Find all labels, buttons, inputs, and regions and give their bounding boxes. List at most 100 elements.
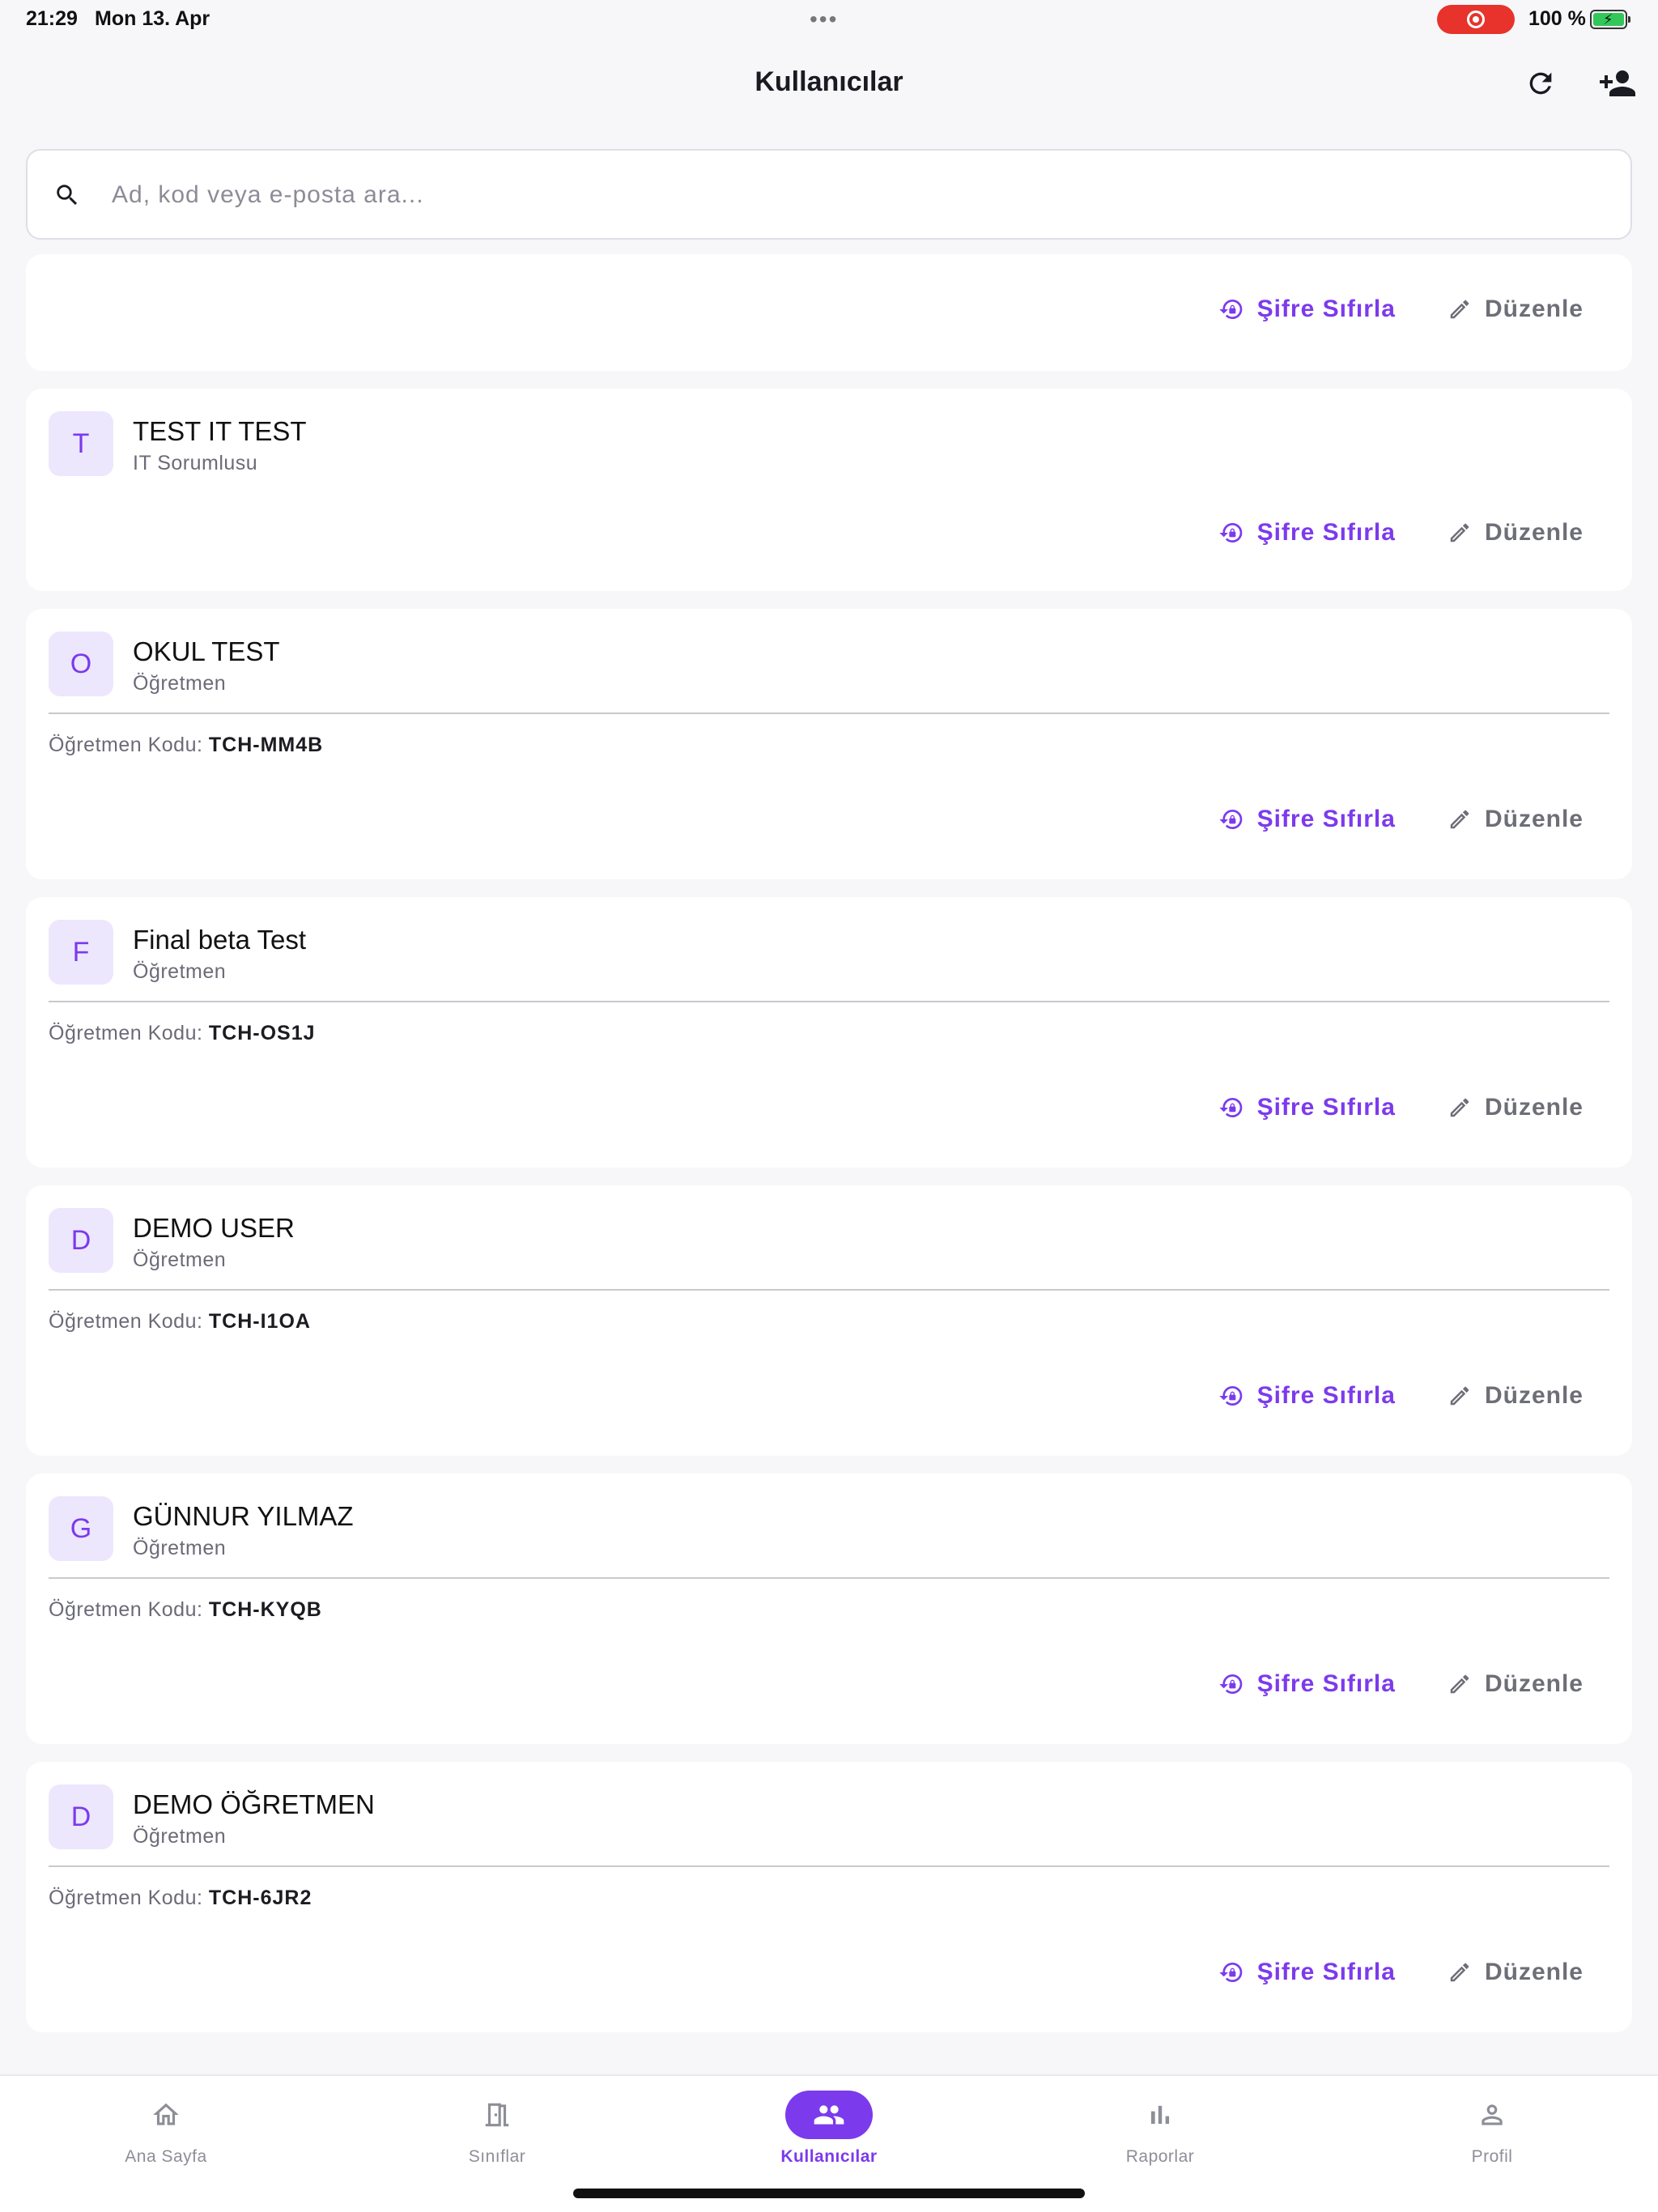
pencil-icon <box>1450 300 1469 319</box>
user-name: DEMO USER <box>133 1213 295 1243</box>
edit-label: Düzenle <box>1484 1382 1584 1409</box>
user-card: O OKUL TEST Öğretmen Öğretmen Kodu: TCH-… <box>26 609 1632 879</box>
nav-item-users[interactable]: Kullanıcılar <box>732 2091 926 2188</box>
avatar: F <box>49 920 113 985</box>
divider <box>49 1577 1609 1579</box>
edit-label: Düzenle <box>1484 296 1584 322</box>
user-name: TEST IT TEST <box>133 416 307 446</box>
edit-button[interactable]: Düzenle <box>1448 1959 1584 1986</box>
nav-label-reports: Raporlar <box>1125 2147 1195 2166</box>
teacher-code-value: TCH-KYQB <box>208 1598 322 1621</box>
user-card: G GÜNNUR YILMAZ Öğretmen Öğretmen Kodu: … <box>26 1474 1632 1744</box>
edit-button[interactable]: Düzenle <box>1448 1382 1584 1410</box>
lock-reset-icon <box>1218 1098 1242 1117</box>
person-icon <box>1482 2104 1503 2125</box>
edit-button[interactable]: Düzenle <box>1448 1094 1584 1121</box>
bar-chart-icon <box>1150 2105 1170 2125</box>
avatar: G <box>49 1496 113 1561</box>
nav-label-users: Kullanıcılar <box>780 2147 878 2166</box>
teacher-code-value: TCH-MM4B <box>208 734 324 756</box>
card-actions: Şifre Sıfırla Düzenle <box>1218 1953 1584 1992</box>
reset-password-button[interactable]: Şifre Sıfırla <box>1218 519 1396 547</box>
user-card: F Final beta Test Öğretmen Öğretmen Kodu… <box>26 897 1632 1168</box>
lock-reset-icon <box>1218 523 1242 542</box>
battery-icon: ⚡ <box>1590 10 1630 29</box>
teacher-code-row: Öğretmen Kodu: TCH-I1OA <box>49 1310 311 1334</box>
record-icon <box>1467 11 1485 28</box>
lock-reset-icon <box>1218 1963 1242 1982</box>
pencil-icon <box>1450 1963 1469 1982</box>
reset-password-label: Şifre Sıfırla <box>1256 519 1396 546</box>
edit-label: Düzenle <box>1484 1094 1584 1121</box>
lock-reset-icon <box>1218 1674 1242 1694</box>
reset-password-button[interactable]: Şifre Sıfırla <box>1218 1670 1396 1698</box>
reset-password-button[interactable]: Şifre Sıfırla <box>1218 1094 1396 1121</box>
nav-item-home[interactable]: Ana Sayfa <box>69 2091 263 2188</box>
user-card: D DEMO USER Öğretmen Öğretmen Kodu: TCH-… <box>26 1185 1632 1456</box>
nav-label-home: Ana Sayfa <box>125 2147 207 2166</box>
avatar: T <box>49 411 113 476</box>
pencil-icon <box>1450 523 1469 542</box>
card-actions: Şifre Sıfırla Düzenle <box>1218 800 1584 839</box>
reset-password-label: Şifre Sıfırla <box>1256 806 1396 832</box>
teacher-code-value: TCH-6JR2 <box>208 1887 312 1909</box>
nav-item-profile[interactable]: Profil <box>1395 2091 1589 2188</box>
edit-label: Düzenle <box>1484 1959 1584 1985</box>
add-user-button[interactable] <box>1593 59 1642 108</box>
teacher-code-label: Öğretmen Kodu: <box>49 1598 203 1621</box>
charging-bolt-icon: ⚡ <box>1603 11 1613 28</box>
avatar: D <box>49 1784 113 1849</box>
divider <box>49 1289 1609 1291</box>
card-actions: Şifre Sıfırla Düzenle <box>1218 1088 1584 1127</box>
home-indicator[interactable] <box>573 2189 1085 2198</box>
lock-reset-icon <box>1218 810 1242 829</box>
pencil-icon <box>1450 810 1469 829</box>
edit-label: Düzenle <box>1484 1670 1584 1697</box>
teacher-code-value: TCH-I1OA <box>208 1310 311 1333</box>
pencil-icon <box>1450 1674 1469 1694</box>
pencil-icon <box>1450 1386 1469 1406</box>
divider <box>49 1001 1609 1002</box>
page-title: Kullanıcılar <box>755 66 903 97</box>
nav-label-classes: Sınıflar <box>468 2147 526 2166</box>
user-name: DEMO ÖĞRETMEN <box>133 1789 375 1819</box>
reset-password-button[interactable]: Şifre Sıfırla <box>1218 1382 1396 1410</box>
pencil-icon <box>1450 1098 1469 1117</box>
user-card: D DEMO ÖĞRETMEN Öğretmen Öğretmen Kodu: … <box>26 1762 1632 2032</box>
user-role: Öğretmen <box>133 1249 227 1271</box>
edit-button[interactable]: Düzenle <box>1448 296 1584 323</box>
user-role: IT Sorumlusu <box>133 452 258 474</box>
nav-item-reports[interactable]: Raporlar <box>1063 2091 1257 2188</box>
user-name: Final beta Test <box>133 925 307 955</box>
refresh-icon <box>1529 72 1552 95</box>
search-box <box>26 149 1632 240</box>
multitasking-dots-icon[interactable]: ••• <box>810 6 838 32</box>
teacher-code-label: Öğretmen Kodu: <box>49 1310 203 1333</box>
card-actions: Şifre Sıfırla Düzenle <box>1218 290 1584 329</box>
teacher-code-row: Öğretmen Kodu: TCH-6JR2 <box>49 1887 312 1910</box>
user-role: Öğretmen <box>133 1537 227 1559</box>
reset-password-button[interactable]: Şifre Sıfırla <box>1218 806 1396 833</box>
nav-item-classes[interactable]: Sınıflar <box>400 2091 594 2188</box>
reset-password-button[interactable]: Şifre Sıfırla <box>1218 1959 1396 1986</box>
search-icon <box>57 185 78 206</box>
refresh-button[interactable] <box>1516 59 1565 108</box>
search-input[interactable] <box>112 167 1601 223</box>
door-icon <box>485 2103 509 2127</box>
card-actions: Şifre Sıfırla Düzenle <box>1218 1665 1584 1704</box>
edit-button[interactable]: Düzenle <box>1448 806 1584 833</box>
user-name: GÜNNUR YILMAZ <box>133 1501 354 1531</box>
status-bar: 21:29 Mon 13. Apr ••• 100 % ⚡ <box>0 0 1658 39</box>
group-icon <box>814 2105 844 2125</box>
teacher-code-label: Öğretmen Kodu: <box>49 734 203 756</box>
reset-password-label: Şifre Sıfırla <box>1256 1670 1396 1697</box>
card-actions: Şifre Sıfırla Düzenle <box>1218 1376 1584 1415</box>
divider <box>49 713 1609 714</box>
edit-button[interactable]: Düzenle <box>1448 519 1584 547</box>
reset-password-label: Şifre Sıfırla <box>1256 1094 1396 1121</box>
reset-password-button[interactable]: Şifre Sıfırla <box>1218 296 1396 323</box>
screen-recording-indicator[interactable] <box>1437 5 1515 34</box>
lock-reset-icon <box>1218 300 1242 319</box>
edit-button[interactable]: Düzenle <box>1448 1670 1584 1698</box>
user-role: Öğretmen <box>133 672 227 695</box>
